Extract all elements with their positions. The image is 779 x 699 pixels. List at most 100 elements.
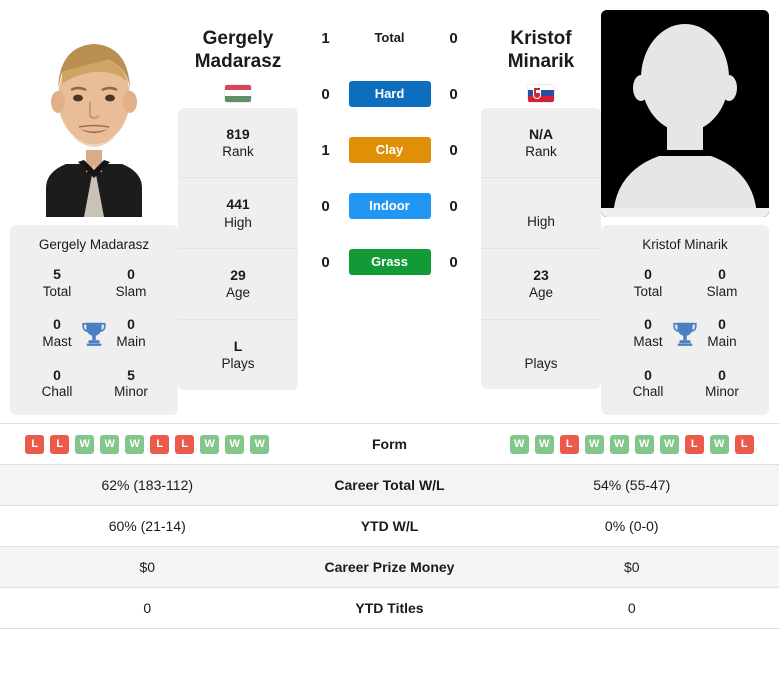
right-player-info-card: N/A Rank High 23 Age Plays xyxy=(481,107,601,390)
titles-cell-minor: 5 Minor xyxy=(94,367,168,401)
form-badge-loss[interactable]: L xyxy=(559,434,579,454)
titles-slam-value: 0 xyxy=(718,266,726,282)
form-badge-win[interactable]: W xyxy=(75,434,95,454)
titles-chall-label: Chall xyxy=(41,384,73,400)
comparison-header: Gergely Madarasz 5 Total 0 Slam 0 Mast 0… xyxy=(0,0,779,416)
row-label-form: Form xyxy=(372,436,407,453)
info-row-age: 29 Age xyxy=(178,249,298,320)
h2h-row-total: 1 Total 0 xyxy=(302,10,477,66)
right-player-column: Kristof Minarik 0 Total 0 Slam 0 Mast 0 … xyxy=(601,10,769,416)
slovakia-flag-icon xyxy=(528,84,554,102)
h2h-row-hard: 0 Hard 0 xyxy=(302,66,477,122)
form-badge-win[interactable]: W xyxy=(200,434,220,454)
right-ytd-titles: 0 xyxy=(627,600,636,617)
titles-chall-value: 0 xyxy=(53,366,61,383)
titles-total-label: Total xyxy=(42,283,72,299)
titles-cell-chall: 0 Chall xyxy=(611,367,685,401)
titles-cell-minor: 0 Minor xyxy=(685,367,759,401)
row-label-career-prize-money: Career Prize Money xyxy=(324,559,455,576)
left-player-titles-card: Gergely Madarasz 5 Total 0 Slam 0 Mast 0… xyxy=(10,225,178,416)
right-high-value xyxy=(485,195,597,213)
titles-chall-value: 0 xyxy=(644,366,652,383)
left-player-first-name: Gergely xyxy=(202,28,274,49)
left-ytd-wl: 60% (21-14) xyxy=(108,518,186,535)
left-career-total-wl: 62% (183-112) xyxy=(101,477,194,494)
form-badge-loss[interactable]: L xyxy=(150,434,170,454)
form-badge-win[interactable]: W xyxy=(534,434,554,454)
form-badge-win[interactable]: W xyxy=(509,434,529,454)
form-badge-win[interactable]: W xyxy=(609,434,629,454)
form-badge-win[interactable]: W xyxy=(709,434,729,454)
h2h-total-left: 1 xyxy=(321,29,330,47)
player-headshot-image xyxy=(10,10,178,217)
titles-slam-label: Slam xyxy=(115,283,147,299)
left-form-cell: LLWWWLLWWW xyxy=(0,434,295,454)
table-row-ytd-wl: 60% (21-14) YTD W/L 0% (0-0) xyxy=(0,506,779,548)
titles-cell-chall: 0 Chall xyxy=(20,367,94,401)
row-label-ytd-titles: YTD Titles xyxy=(355,600,424,617)
h2h-row-clay: 1 Clay 0 xyxy=(302,122,477,178)
hungary-flag-icon xyxy=(225,84,251,102)
trophy-icon xyxy=(79,319,109,349)
right-player-photo xyxy=(601,10,769,217)
surface-badge-grass[interactable]: Grass xyxy=(348,249,431,275)
titles-cell-slam: 0 Slam xyxy=(685,266,759,300)
h2h-indoor-left: 0 xyxy=(321,197,330,215)
info-row-plays: L Plays xyxy=(178,320,298,390)
form-badge-loss[interactable]: L xyxy=(175,434,195,454)
info-row-plays: Plays xyxy=(481,320,601,390)
left-ytd-titles: 0 xyxy=(143,600,152,617)
left-player-card-name: Gergely Madarasz xyxy=(38,237,150,252)
info-row-rank: 819 Rank xyxy=(178,108,298,179)
table-row-form: LLWWWLLWWW Form WWLWWWWLWL xyxy=(0,424,779,466)
row-label-career-total-wl: Career Total W/L xyxy=(334,477,445,494)
form-badge-win[interactable]: W xyxy=(584,434,604,454)
titles-slam-value: 0 xyxy=(127,266,135,282)
right-player-first-name: Kristof xyxy=(510,28,572,49)
right-age-value: 23 xyxy=(533,266,549,283)
titles-total-value: 5 xyxy=(53,266,61,282)
form-badge-win[interactable]: W xyxy=(659,434,679,454)
right-ytd-wl: 0% (0-0) xyxy=(604,518,659,535)
row-label-ytd-wl: YTD W/L xyxy=(360,518,419,535)
left-age-label: Age xyxy=(225,285,251,301)
h2h-total-right: 0 xyxy=(449,29,458,47)
h2h-clay-right: 0 xyxy=(449,141,458,159)
form-badge-win[interactable]: W xyxy=(225,434,245,454)
right-career-total-wl: 54% (55-47) xyxy=(593,477,671,494)
left-player-photo xyxy=(10,10,178,217)
form-badge-win[interactable]: W xyxy=(634,434,654,454)
form-badge-win[interactable]: W xyxy=(100,434,120,454)
titles-cell-total: 5 Total xyxy=(20,266,94,300)
left-player-info-card: 819 Rank 441 High 29 Age L Plays xyxy=(178,107,298,390)
surface-badge-clay[interactable]: Clay xyxy=(348,137,431,163)
surface-badge-indoor[interactable]: Indoor xyxy=(348,193,431,219)
left-player-last-name: Madarasz xyxy=(194,50,282,72)
right-titles-grid: 0 Total 0 Slam 0 Mast 0 Main 0 Chall 0 M… xyxy=(611,266,759,401)
titles-total-value: 0 xyxy=(644,266,652,282)
form-badge-loss[interactable]: L xyxy=(25,434,45,454)
left-high-label: High xyxy=(224,214,252,230)
right-player-name-block: Kristof Minarik xyxy=(481,10,601,108)
right-rank-value: N/A xyxy=(528,125,554,142)
placeholder-silhouette-image xyxy=(601,10,769,217)
right-player-info-column: Kristof Minarik N/A Rank High 23 Age Pla… xyxy=(481,10,601,390)
form-badge-win[interactable]: W xyxy=(250,434,270,454)
form-badge-loss[interactable]: L xyxy=(684,434,704,454)
right-player-card-name: Kristof Minarik xyxy=(642,237,728,252)
right-age-label: Age xyxy=(528,285,554,301)
right-form-strip: WWLWWWWLWL xyxy=(485,434,779,454)
h2h-grass-left: 0 xyxy=(321,253,330,271)
titles-minor-label: Minor xyxy=(114,384,148,400)
form-badge-loss[interactable]: L xyxy=(50,434,70,454)
form-badge-loss[interactable]: L xyxy=(734,434,754,454)
trophy-icon xyxy=(670,319,700,349)
form-badge-win[interactable]: W xyxy=(125,434,145,454)
left-player-name-block: Gergely Madarasz xyxy=(178,10,298,108)
info-row-age: 23 Age xyxy=(481,249,601,320)
h2h-total-label: Total xyxy=(374,30,405,45)
left-titles-grid: 5 Total 0 Slam 0 Mast 0 Main 0 Chall 5 M… xyxy=(20,266,168,401)
surface-badge-hard[interactable]: Hard xyxy=(348,81,431,107)
left-high-value: 441 xyxy=(226,196,250,213)
right-plays-label: Plays xyxy=(524,355,558,371)
